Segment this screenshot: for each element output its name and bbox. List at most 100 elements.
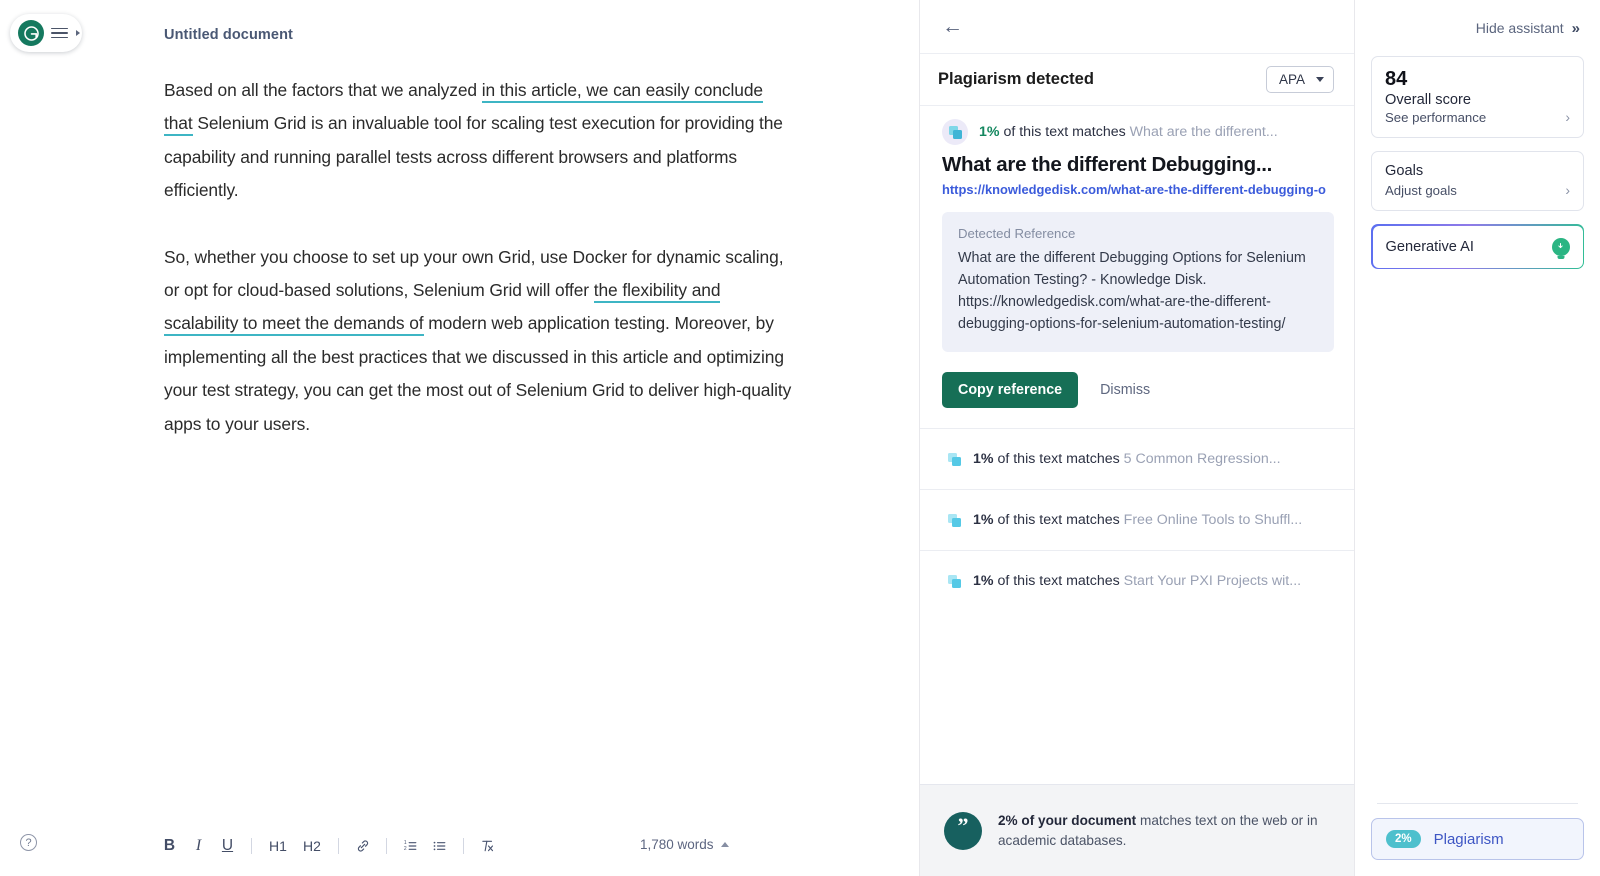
- assistant-sidebar: Hide assistant » 84 Overall score See pe…: [1355, 0, 1600, 876]
- toolbar-divider: [251, 837, 252, 854]
- back-arrow-icon[interactable]: ←: [942, 16, 963, 37]
- match-actions: Copy reference Dismiss: [920, 352, 1354, 428]
- goals-card[interactable]: Goals Adjust goals ›: [1371, 151, 1584, 211]
- active-match-summary[interactable]: 1% of this text matches What are the dif…: [920, 106, 1354, 149]
- editor-pane: Untitled document Based on all the facto…: [0, 0, 920, 876]
- brand-menu-pill[interactable]: [10, 14, 82, 52]
- word-count[interactable]: 1,780 words: [640, 837, 729, 852]
- plagiarism-match-icon: [948, 574, 961, 588]
- toolbar-divider: [386, 837, 387, 854]
- detected-reference-text: What are the different Debugging Options…: [958, 250, 1306, 332]
- match-list-item[interactable]: 1% of this text matches 5 Common Regress…: [920, 428, 1354, 489]
- plagiarism-badge[interactable]: 2% Plagiarism: [1371, 818, 1584, 860]
- overall-score-value: 84: [1385, 68, 1408, 90]
- active-match-prefix: of this text matches: [1003, 124, 1126, 140]
- see-performance-label: See performance: [1385, 109, 1487, 125]
- overall-score-card[interactable]: 84 Overall score See performance ›: [1371, 56, 1584, 138]
- match-percent: 1%: [973, 512, 994, 528]
- detected-reference-label: Detected Reference: [958, 226, 1076, 241]
- citation-style-value: APA: [1278, 72, 1305, 87]
- plagiarism-footer-text: 2% of your document matches text on the …: [998, 811, 1328, 851]
- grammarly-logo-icon[interactable]: [18, 20, 44, 46]
- help-icon[interactable]: ?: [20, 834, 37, 851]
- document-paragraph-1[interactable]: Based on all the factors that we analyze…: [164, 74, 792, 208]
- plagiarism-header: Plagiarism detected APA: [920, 54, 1354, 106]
- plagiarism-percent-pill: 2%: [1386, 830, 1421, 848]
- citation-style-select[interactable]: APA: [1265, 66, 1334, 93]
- svg-text:1: 1: [404, 840, 407, 846]
- overall-score-title: Overall score: [1385, 92, 1471, 108]
- match-source: Free Online Tools to Shuffl...: [1123, 512, 1303, 528]
- match-line: 1% of this text matches 5 Common Regress…: [973, 451, 1281, 467]
- underline-button[interactable]: U: [213, 831, 242, 860]
- chevron-right-icon: ›: [1565, 109, 1570, 125]
- active-match-line: 1% of this text matches What are the dif…: [979, 124, 1278, 140]
- heading2-button[interactable]: H2: [295, 831, 329, 860]
- document-paragraph-2[interactable]: So, whether you choose to set up your ow…: [164, 241, 792, 441]
- hide-assistant-button[interactable]: Hide assistant »: [1371, 0, 1584, 56]
- plagiarism-match-icon: [948, 513, 961, 527]
- match-source: 5 Common Regression...: [1123, 451, 1281, 467]
- dismiss-button[interactable]: Dismiss: [1086, 372, 1164, 408]
- clear-formatting-icon[interactable]: [473, 831, 502, 860]
- plagiarism-title: Plagiarism detected: [938, 70, 1094, 88]
- quote-icon: ”: [944, 811, 982, 850]
- generative-ai-label: Generative AI: [1385, 238, 1474, 255]
- match-line: 1% of this text matches Start Your PXI P…: [973, 573, 1301, 589]
- plagiarism-panel: ← Plagiarism detected APA 1% of this tex…: [920, 0, 1355, 876]
- menu-caret-icon[interactable]: [76, 30, 80, 36]
- editor-toolbar: B I U H1 H2 1 2 1,780 words ?: [0, 810, 920, 876]
- plagiarism-back-row: ←: [920, 0, 1354, 54]
- heading1-button[interactable]: H1: [261, 831, 295, 860]
- chevron-up-icon[interactable]: [720, 842, 729, 847]
- plagiarism-match-icon: [948, 452, 961, 466]
- match-prefix: of this text matches: [997, 573, 1120, 589]
- active-match-percent: 1%: [979, 124, 1000, 140]
- hide-assistant-label: Hide assistant: [1475, 20, 1564, 36]
- plagiarism-badge-label: Plagiarism: [1433, 830, 1504, 848]
- lightbulb-icon: [1551, 237, 1570, 256]
- numbered-list-icon[interactable]: 1 2: [396, 831, 425, 860]
- bold-button[interactable]: B: [155, 831, 184, 860]
- match-prefix: of this text matches: [997, 451, 1120, 467]
- active-match-card: What are the different Debugging... http…: [920, 149, 1354, 352]
- hamburger-icon[interactable]: [51, 27, 68, 39]
- match-list-item[interactable]: 1% of this text matches Start Your PXI P…: [920, 550, 1354, 611]
- active-match-url[interactable]: https://knowledgedisk.com/what-are-the-d…: [942, 182, 1334, 197]
- link-icon[interactable]: [348, 831, 377, 860]
- copy-reference-button[interactable]: Copy reference: [942, 372, 1079, 408]
- formatting-controls: B I U H1 H2 1 2: [155, 831, 502, 860]
- plagiarism-matches-list: 1% of this text matches What are the dif…: [920, 106, 1354, 784]
- bullet-list-icon[interactable]: [425, 831, 454, 860]
- paragraph-1-segment-1: Based on all the factors that we analyze…: [164, 80, 482, 100]
- word-count-label: 1,780 words: [640, 837, 714, 852]
- divider: [1377, 803, 1578, 804]
- generative-ai-card[interactable]: Generative AI: [1371, 224, 1584, 269]
- match-prefix: of this text matches: [997, 512, 1120, 528]
- detected-reference-box: Detected Reference What are the differen…: [942, 212, 1334, 352]
- toolbar-divider: [338, 837, 339, 854]
- match-line: 1% of this text matches Free Online Tool…: [973, 512, 1302, 528]
- plagiarism-footer: ” 2% of your document matches text on th…: [920, 784, 1354, 876]
- goals-title: Goals: [1385, 163, 1424, 179]
- chevron-double-right-icon: »: [1571, 19, 1580, 37]
- match-source: Start Your PXI Projects wit...: [1123, 573, 1302, 589]
- italic-button[interactable]: I: [184, 831, 213, 860]
- toolbar-divider: [463, 837, 464, 854]
- grammarly-editor-app: Untitled document Based on all the facto…: [0, 0, 1600, 876]
- adjust-goals-label: Adjust goals: [1385, 182, 1457, 198]
- page-title: Untitled document: [164, 27, 293, 43]
- svg-text:2: 2: [404, 846, 407, 852]
- chevron-down-icon: [1316, 77, 1324, 82]
- active-match-source: What are the different...: [1129, 124, 1278, 140]
- plagiarism-match-icon-active: [942, 119, 968, 145]
- document-body[interactable]: Based on all the factors that we analyze…: [164, 74, 792, 474]
- assistant-bottom-section: 2% Plagiarism: [1371, 803, 1584, 860]
- match-percent: 1%: [973, 573, 994, 589]
- paragraph-1-segment-3: Selenium Grid is an invaluable tool for …: [164, 113, 783, 201]
- chevron-right-icon: ›: [1565, 182, 1570, 198]
- active-match-title: What are the different Debugging...: [942, 153, 1273, 176]
- match-list-item[interactable]: 1% of this text matches Free Online Tool…: [920, 489, 1354, 550]
- plagiarism-footer-percent: 2% of your document: [998, 812, 1137, 828]
- match-percent: 1%: [973, 451, 994, 467]
